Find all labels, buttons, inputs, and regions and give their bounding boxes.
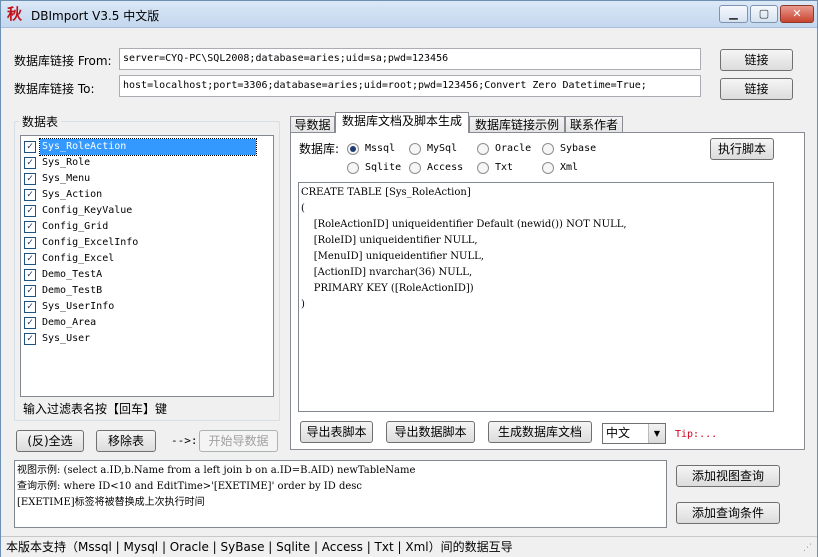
code-line: PRIMARY KEY ([RoleActionID])	[301, 283, 474, 294]
table-name: Sys_User	[42, 333, 91, 344]
table-name: Config_KeyValue	[42, 205, 133, 216]
radio-circle-icon[interactable]	[477, 143, 489, 155]
export-data-script-button[interactable]: 导出数据脚本	[386, 421, 475, 443]
table-name: Demo_TestA	[42, 269, 103, 280]
checkbox[interactable]: ✓	[24, 221, 36, 233]
title-bar[interactable]: 秋 DBImport V3.5 中文版 ▁ ▢ ✕	[1, 1, 817, 28]
table-name: Demo_TestB	[42, 285, 103, 296]
query-input[interactable]: 视图示例: (select a.ID,b.Name from a left jo…	[14, 460, 667, 528]
radio-label: Mssql	[365, 143, 396, 154]
tab-panel-doc-script: 数据库: Mssql MySql Oracle Sybase Sqlite Access T…	[290, 132, 805, 450]
language-select-value: 中文	[606, 426, 631, 440]
checkbox[interactable]: ✓	[24, 317, 36, 329]
close-button[interactable]: ✕	[780, 5, 814, 23]
radio-label: MySql	[427, 143, 458, 154]
radio-label: Sqlite	[365, 162, 402, 173]
query-line: 查询示例: where ID<10 and EditTime>'[EXETIME…	[17, 481, 363, 492]
add-where-condition-button[interactable]: 添加查询条件	[676, 502, 780, 524]
radio-circle-icon[interactable]	[347, 162, 359, 174]
radio-circle-icon[interactable]	[409, 143, 421, 155]
checkbox[interactable]: ✓	[24, 141, 36, 153]
checkbox[interactable]: ✓	[24, 301, 36, 313]
arrow-label: -->:	[171, 434, 198, 447]
minimize-button[interactable]: ▁	[719, 5, 748, 23]
query-line: [EXETIME]标签将被替换成上次执行时间	[17, 497, 205, 508]
table-list[interactable]: ✓ Sys_RoleAction ✓ Sys_Role ✓ Sys_Menu ✓ Sys_Ac…	[20, 135, 274, 397]
generate-db-doc-button[interactable]: 生成数据库文档	[488, 421, 592, 443]
from-label: 数据库链接 From:	[14, 54, 112, 68]
query-line: 视图示例: (select a.ID,b.Name from a left jo…	[17, 465, 416, 476]
start-import-button[interactable]: 开始导数据	[199, 430, 278, 452]
checkbox[interactable]: ✓	[24, 157, 36, 169]
status-bar: 本版本支持（Mssql | Mysql | Oracle | SyBase | …	[1, 536, 817, 557]
code-line: CREATE TABLE [Sys_RoleAction]	[301, 187, 471, 198]
code-line: [ActionID] nvarchar(36) NULL,	[301, 267, 473, 278]
connect-to-button[interactable]: 链接	[720, 78, 793, 100]
table-name: Config_Excel	[42, 253, 115, 264]
to-label: 数据库链接 To:	[14, 82, 95, 96]
radio-circle-icon[interactable]	[542, 143, 554, 155]
table-name: Config_Grid	[42, 221, 109, 232]
tip-label: Tip:...	[675, 429, 718, 440]
main-window: 秋 DBImport V3.5 中文版 ▁ ▢ ✕ 数据库链接 From: se…	[0, 0, 818, 557]
checkbox[interactable]: ✓	[24, 205, 36, 217]
db-type-label: 数据库:	[299, 142, 340, 156]
table-name: Sys_Menu	[42, 173, 91, 184]
radio-label: Access	[427, 162, 464, 173]
checkbox[interactable]: ✓	[24, 333, 36, 345]
add-view-query-button[interactable]: 添加视图查询	[676, 465, 780, 487]
maximize-button[interactable]: ▢	[750, 5, 778, 23]
radio-label: Oracle	[495, 143, 532, 154]
table-name: Sys_UserInfo	[42, 301, 115, 312]
execute-script-button[interactable]: 执行脚本	[710, 138, 774, 160]
window-title: DBImport V3.5 中文版	[31, 9, 160, 23]
export-table-script-button[interactable]: 导出表脚本	[300, 421, 373, 443]
code-line: [MenuID] uniqueidentifier NULL,	[301, 251, 484, 262]
radio-label: Sybase	[560, 143, 597, 154]
table-filter-input[interactable]: 输入过滤表名按【回车】键	[20, 399, 274, 420]
code-line: [RoleID] uniqueidentifier NULL,	[301, 235, 478, 246]
script-editor[interactable]: CREATE TABLE [Sys_RoleAction] ( [RoleActi…	[298, 182, 774, 412]
code-line: [RoleActionID] uniqueidentifier Default …	[301, 219, 627, 230]
code-line: (	[301, 203, 305, 214]
remove-table-button[interactable]: 移除表	[96, 430, 156, 452]
to-connection-input[interactable]: host=localhost;port=3306;database=aries;…	[119, 75, 701, 97]
from-connection-input[interactable]: server=CYQ-PC\SQL2008;database=aries;uid…	[119, 48, 701, 70]
tables-group-title: 数据表	[19, 113, 62, 130]
code-line: )	[301, 299, 305, 310]
radio-label: Xml	[560, 162, 579, 173]
app-logo-icon: 秋	[7, 5, 23, 23]
radio-label: Txt	[495, 162, 514, 173]
table-name: Sys_RoleAction	[39, 138, 257, 156]
checkbox[interactable]: ✓	[24, 189, 36, 201]
toggle-select-all-button[interactable]: (反)全选	[16, 430, 84, 452]
radio-circle-icon[interactable]	[347, 143, 359, 155]
connect-from-button[interactable]: 链接	[720, 49, 793, 71]
checkbox[interactable]: ✓	[24, 285, 36, 297]
table-name: Config_ExcelInfo	[42, 237, 139, 248]
checkbox[interactable]: ✓	[24, 269, 36, 281]
radio-circle-icon[interactable]	[542, 162, 554, 174]
resize-grip-icon[interactable]: ⋰	[803, 543, 813, 553]
chevron-down-icon: ▼	[648, 424, 665, 443]
table-name: Demo_Area	[42, 317, 97, 328]
table-name: Sys_Action	[42, 189, 103, 200]
language-select[interactable]: 中文 ▼	[602, 423, 666, 444]
radio-circle-icon[interactable]	[477, 162, 489, 174]
checkbox[interactable]: ✓	[24, 237, 36, 249]
tab-doc-script[interactable]: 数据库文档及脚本生成	[335, 112, 469, 133]
radio-circle-icon[interactable]	[409, 162, 421, 174]
table-name: Sys_Role	[42, 157, 91, 168]
checkbox[interactable]: ✓	[24, 253, 36, 265]
checkbox[interactable]: ✓	[24, 173, 36, 185]
